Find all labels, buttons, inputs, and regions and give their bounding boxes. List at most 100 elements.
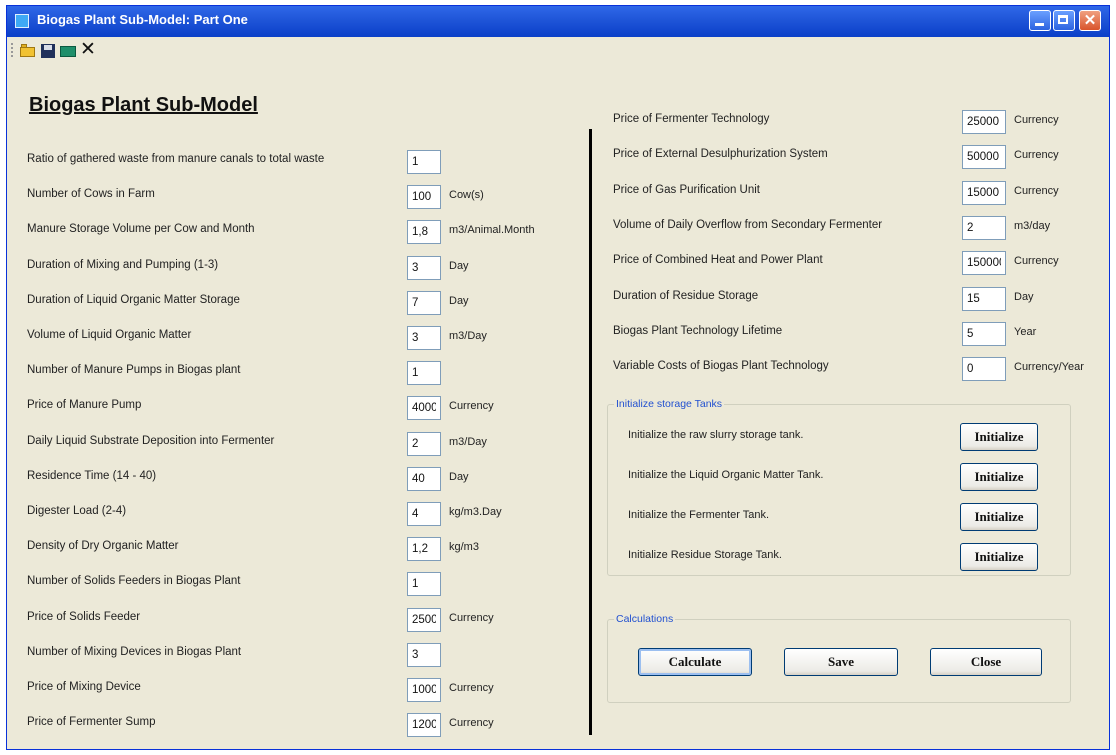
left-value-field[interactable] [407,290,441,315]
left-value-field[interactable] [407,713,441,738]
left-label: Duration of Liquid Organic Matter Storag… [27,293,240,306]
biogas-plant-window: Biogas Plant Sub-Model: Part One ✕ ✕ Bio… [6,5,1110,750]
left-label: Price of Manure Pump [27,399,142,412]
right-value-field[interactable] [962,321,1006,346]
minimize-icon [1035,23,1044,26]
left-unit: m3/Day [449,435,487,448]
left-row: Ratio of gathered waste from manure cana… [27,150,577,174]
right-value-field[interactable] [962,286,1006,311]
right-value-field[interactable] [962,357,1006,382]
left-value-field[interactable] [407,361,441,386]
right-value-field[interactable] [962,110,1006,134]
left-label: Density of Dry Organic Matter [27,540,179,553]
right-row: Price of External Desulphurization Syste… [613,145,1093,170]
right-row: Price of Fermenter Technology Currency [613,110,1093,134]
left-value-field[interactable] [407,396,441,421]
group-title-calculations: Calculations [614,613,676,625]
left-value-field[interactable] [407,572,441,597]
left-label: Residence Time (14 - 40) [27,469,157,482]
initialize-button[interactable]: Initialize [960,543,1038,571]
maximize-button[interactable] [1053,10,1075,31]
initialize-button[interactable]: Initialize [960,503,1038,531]
right-value-field[interactable] [962,180,1006,205]
right-row: Biogas Plant Technology Lifetime Year [613,321,1093,346]
left-unit: Currency [449,611,494,624]
left-unit: kg/m3 [449,541,479,554]
left-label: Volume of Liquid Organic Matter [27,329,192,341]
left-row: Residence Time (14 - 40) Day [27,466,577,491]
calculate-button[interactable]: Calculate [638,648,752,676]
right-unit: Year [1014,325,1037,338]
right-row: Price of Gas Purification Unit Currency [613,180,1093,205]
left-unit: m3/Day [449,330,487,342]
right-label: Price of Gas Purification Unit [613,183,761,196]
left-label: Price of Fermenter Sump [27,716,156,729]
left-row: Duration of Liquid Organic Matter Storag… [27,290,577,315]
left-row: Duration of Mixing and Pumping (1-3) Day [27,255,577,280]
column-divider [589,129,592,735]
delete-x-icon[interactable]: ✕ [80,40,96,59]
right-unit: Day [1014,290,1034,303]
left-row: Price of Mixing Device Currency [27,678,577,702]
left-label: Ratio of gathered waste from manure cana… [27,153,325,165]
left-value-field[interactable] [407,607,441,632]
right-row: Price of Combined Heat and Power Plant Cu… [613,251,1093,276]
left-row: Price of Manure Pump Currency [27,396,577,421]
open-folder-icon[interactable] [20,43,36,58]
right-value-field[interactable] [962,215,1006,240]
left-value-field[interactable] [407,185,441,210]
left-row: Daily Liquid Substrate Deposition into F… [27,431,577,456]
right-label: Price of Combined Heat and Power Plant [613,254,823,267]
initialize-button[interactable]: Initialize [960,423,1038,451]
toolbar-grip[interactable] [11,43,16,57]
left-label: Duration of Mixing and Pumping (1-3) [27,258,219,271]
right-label: Biogas Plant Technology Lifetime [613,324,783,337]
left-row: Number of Solids Feeders in Biogas Plant [27,572,577,597]
left-value-field[interactable] [407,537,441,562]
left-unit: Day [449,259,469,272]
left-value-field[interactable] [407,150,441,174]
right-unit: Currency/Year [1014,361,1084,374]
left-row: Digester Load (2-4) kg/m3.Day [27,502,577,526]
left-row: Price of Solids Feeder Currency [27,607,577,632]
left-unit: Currency [449,400,494,413]
right-value-field[interactable] [962,145,1006,170]
left-unit: Currency [449,682,494,694]
right-row: Volume of Daily Overflow from Secondary … [613,215,1093,240]
initialize-label: Initialize the Fermenter Tank. [628,509,770,521]
save-disk-icon[interactable] [40,43,56,58]
right-label: Variable Costs of Biogas Plant Technolog… [613,360,829,373]
left-value-field[interactable] [407,326,441,350]
maximize-icon [1058,15,1068,24]
title-bar[interactable]: Biogas Plant Sub-Model: Part One ✕ [7,6,1109,37]
left-value-field[interactable] [407,678,441,702]
left-value-field[interactable] [407,220,441,245]
left-unit: kg/m3.Day [449,506,502,518]
left-unit: Day [449,294,469,307]
save-button[interactable]: Save [784,648,898,676]
left-value-field[interactable] [407,642,441,667]
initialize-label: Initialize the Liquid Organic Matter Tan… [628,469,824,481]
left-value-field[interactable] [407,502,441,526]
right-value-field[interactable] [962,251,1006,276]
close-button[interactable]: Close [930,648,1042,676]
form-area: Biogas Plant Sub-Model Ratio of gathered… [17,66,1097,746]
left-row: Number of Cows in Farm Cow(s) [27,185,577,210]
terminal-icon[interactable] [60,43,76,58]
left-label: Number of Mixing Devices in Biogas Plant [27,645,242,658]
minimize-button[interactable] [1029,10,1051,31]
left-label: Daily Liquid Substrate Deposition into F… [27,434,275,447]
left-value-field[interactable] [407,466,441,491]
right-label: Duration of Residue Storage [613,289,759,302]
right-unit: Currency [1014,184,1059,197]
left-label: Manure Storage Volume per Cow and Month [27,223,255,236]
left-unit: Currency [449,717,494,730]
right-label: Volume of Daily Overflow from Secondary … [613,218,883,231]
left-value-field[interactable] [407,255,441,280]
right-label: Price of External Desulphurization Syste… [613,148,828,161]
left-value-field[interactable] [407,431,441,456]
close-icon: ✕ [1083,12,1097,29]
close-window-button[interactable]: ✕ [1079,10,1101,31]
initialize-button[interactable]: Initialize [960,463,1038,491]
left-label: Price of Mixing Device [27,681,141,693]
